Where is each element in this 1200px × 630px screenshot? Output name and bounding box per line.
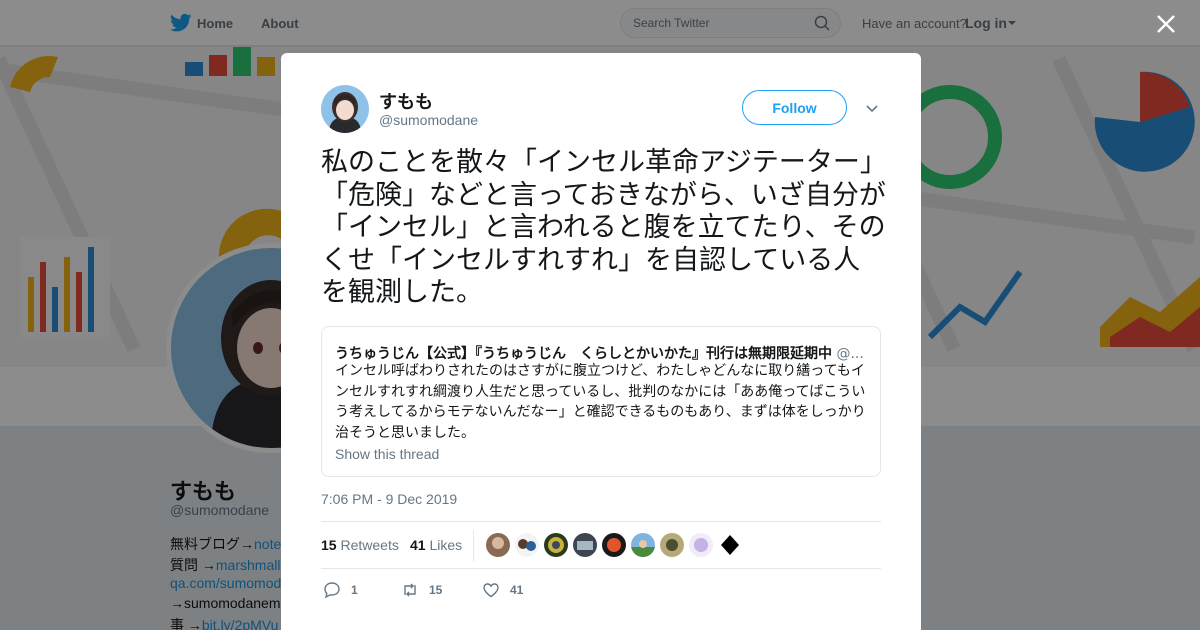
quoted-tweet-header: うちゅうじん【公式】『うちゅうじん くらしとかいかた』刊行は無期限延期中 @..… xyxy=(335,343,870,363)
follow-button[interactable]: Follow xyxy=(742,90,847,125)
reply-button[interactable]: 1 xyxy=(323,580,358,600)
tweet-stats: 15 Retweets 41 Likes xyxy=(321,521,881,569)
author-avatar-image xyxy=(321,85,369,133)
likes-stat[interactable]: 41 Likes xyxy=(410,537,462,553)
liker-avatar[interactable] xyxy=(515,533,539,557)
show-thread-link[interactable]: Show this thread xyxy=(335,446,439,462)
retweet-count: 15 xyxy=(429,583,443,597)
like-count: 41 xyxy=(510,583,524,597)
quoted-tweet[interactable]: うちゅうじん【公式】『うちゅうじん くらしとかいかた』刊行は無期限延期中 @..… xyxy=(321,326,881,477)
liker-avatar[interactable] xyxy=(573,533,597,557)
likes-count: 41 xyxy=(410,537,426,553)
author-avatar[interactable] xyxy=(321,85,369,133)
author-handle[interactable]: @sumomodane xyxy=(379,112,478,128)
likes-label: Likes xyxy=(429,537,463,553)
tweet-timestamp[interactable]: 7:06 PM - 9 Dec 2019 xyxy=(321,491,457,507)
author-name[interactable]: すもも xyxy=(379,88,433,114)
close-icon[interactable] xyxy=(1154,12,1178,36)
retweets-label: Retweets xyxy=(340,537,399,553)
quoted-tweet-text: インセル呼ばわりされたのはさすがに腹立つけど、わたしゃどんなに取り繕ってもインセ… xyxy=(335,363,866,441)
liker-avatar[interactable] xyxy=(718,533,742,557)
quoted-author-name: うちゅうじん【公式】『うちゅうじん くらしとかいかた』刊行は無期限延期中 xyxy=(335,346,832,362)
tweet-text: 私のことを散々「インセル革命アジテーター」「危険」などと言っておきながら、いざ自… xyxy=(321,147,886,308)
heart-icon xyxy=(483,583,499,598)
retweet-icon xyxy=(404,583,416,597)
tweet-actions: 1 15 41 xyxy=(321,580,881,602)
retweets-stat[interactable]: 15 Retweets xyxy=(321,537,399,553)
liker-avatar[interactable] xyxy=(689,533,713,557)
retweet-button[interactable]: 15 xyxy=(401,580,442,600)
tweet-modal: すもも @sumomodane Follow 私のことを散々「インセル革命アジテ… xyxy=(281,53,921,630)
liker-avatar[interactable] xyxy=(544,533,568,557)
reply-icon xyxy=(324,582,340,599)
liker-avatar[interactable] xyxy=(660,533,684,557)
stats-divider xyxy=(473,530,474,562)
reply-count: 1 xyxy=(351,583,358,597)
retweets-count: 15 xyxy=(321,537,337,553)
like-button[interactable]: 41 xyxy=(482,580,523,600)
chevron-down-icon[interactable] xyxy=(865,101,879,115)
liker-avatar[interactable] xyxy=(631,533,655,557)
quoted-author-handle: @... xyxy=(836,346,864,362)
liker-avatar[interactable] xyxy=(486,533,510,557)
liker-avatar[interactable] xyxy=(602,533,626,557)
